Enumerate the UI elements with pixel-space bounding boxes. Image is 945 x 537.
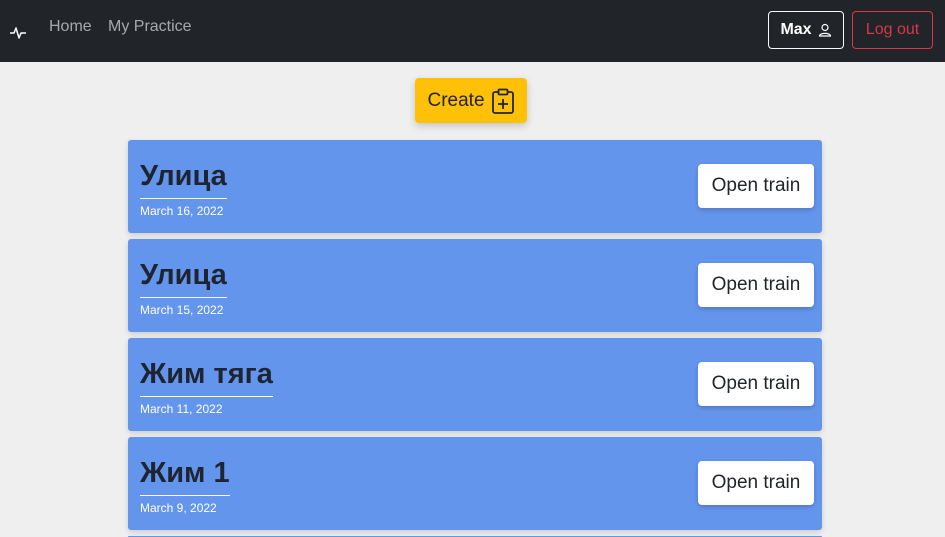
create-button[interactable]: Create	[415, 78, 527, 123]
training-title: Жим 1	[140, 456, 230, 496]
create-label: Create	[427, 89, 485, 111]
open-train-button[interactable]: Open train	[698, 263, 814, 307]
nav-home-link[interactable]: Home	[49, 17, 92, 37]
user-button[interactable]: Max	[768, 11, 844, 49]
clipboard-plus-icon	[491, 88, 514, 114]
training-title: Улица	[140, 159, 227, 199]
training-date: March 16, 2022	[140, 204, 224, 218]
training-date: March 11, 2022	[140, 402, 223, 416]
training-card: Улица March 15, 2022 Open train	[128, 239, 822, 332]
navbar: Home My Practice Max Log out	[0, 0, 945, 62]
training-card: Жим 1 March 9, 2022 Open train	[128, 437, 822, 530]
logout-button[interactable]: Log out	[852, 11, 933, 49]
training-card: Улица March 16, 2022 Open train	[128, 140, 822, 233]
person-icon	[818, 23, 831, 37]
open-train-button[interactable]: Open train	[698, 164, 814, 208]
training-card: Жим тяга March 11, 2022 Open train	[128, 338, 822, 431]
user-name: Max	[780, 21, 812, 38]
open-train-button[interactable]: Open train	[698, 362, 814, 406]
training-date: March 9, 2022	[140, 501, 217, 515]
training-title: Улица	[140, 258, 227, 298]
open-train-button[interactable]: Open train	[698, 461, 814, 505]
nav-my-practice-link[interactable]: My Practice	[108, 17, 192, 37]
activity-icon[interactable]	[9, 24, 27, 42]
training-date: March 15, 2022	[140, 303, 224, 317]
training-title: Жим тяга	[140, 357, 273, 397]
